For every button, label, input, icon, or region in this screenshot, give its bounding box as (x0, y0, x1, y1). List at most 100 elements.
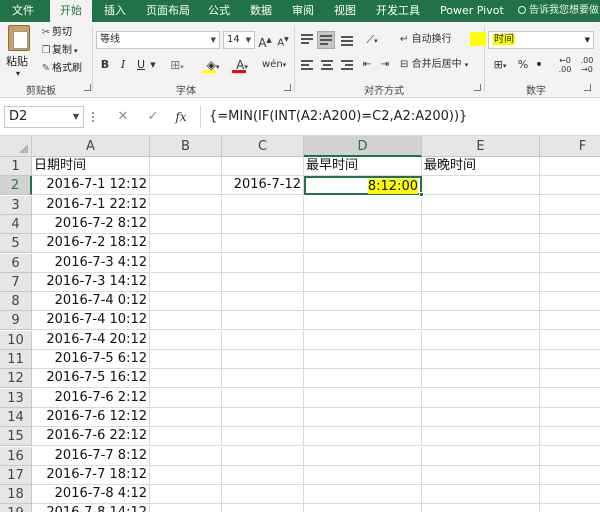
cell-a1[interactable]: 日期时间 (32, 157, 150, 176)
cell-e15[interactable] (422, 427, 540, 446)
cell-b2[interactable] (150, 176, 222, 195)
cell-c17[interactable] (222, 466, 304, 485)
percent-button[interactable]: % (516, 56, 530, 74)
cell-e12[interactable] (422, 369, 540, 388)
cell-d6[interactable] (304, 254, 422, 273)
cell-e14[interactable] (422, 408, 540, 427)
cell-c12[interactable] (222, 369, 304, 388)
cell-d5[interactable] (304, 234, 422, 253)
resize-handle-icon[interactable] (92, 112, 96, 124)
cell-e18[interactable] (422, 485, 540, 504)
cell-f12[interactable] (540, 369, 600, 388)
cell-d13[interactable] (304, 389, 422, 408)
column-header-e[interactable]: E (422, 136, 540, 157)
cell-b10[interactable] (150, 331, 222, 350)
column-header-f[interactable]: F (540, 136, 600, 157)
copy-button[interactable]: ❐ 复制 ▾ (40, 43, 78, 59)
column-header-b[interactable]: B (150, 136, 222, 157)
cell-a4[interactable]: 2016-7-2 8:12 (32, 215, 150, 234)
cell-c8[interactable] (222, 292, 304, 311)
cell-f3[interactable] (540, 196, 600, 215)
cell-c3[interactable] (222, 196, 304, 215)
cell-f11[interactable] (540, 350, 600, 369)
cell-b3[interactable] (150, 196, 222, 215)
cell-d14[interactable] (304, 408, 422, 427)
cell-a12[interactable]: 2016-7-5 16:12 (32, 369, 150, 388)
borders-button[interactable]: ⊞▾ (166, 56, 188, 74)
cell-b8[interactable] (150, 292, 222, 311)
tell-me-search[interactable]: 告诉我您想要做 (518, 0, 599, 22)
cell-d10[interactable] (304, 331, 422, 350)
row-header[interactable]: 1 (0, 157, 32, 176)
cell-b6[interactable] (150, 254, 222, 273)
cell-e1[interactable]: 最晚时间 (422, 157, 540, 176)
tab-view[interactable]: 视图 (334, 0, 356, 22)
cell-b13[interactable] (150, 389, 222, 408)
cell-d16[interactable] (304, 447, 422, 466)
cell-a17[interactable]: 2016-7-7 18:12 (32, 466, 150, 485)
font-size-combo[interactable]: 14 ▼ (223, 31, 255, 49)
row-header[interactable]: 10 (0, 331, 32, 350)
cell-a9[interactable]: 2016-7-4 10:12 (32, 311, 150, 330)
font-launcher-icon[interactable] (284, 84, 291, 91)
cell-e3[interactable] (422, 196, 540, 215)
tab-formulas[interactable]: 公式 (208, 0, 230, 22)
cell-c13[interactable] (222, 389, 304, 408)
row-header[interactable]: 3 (0, 196, 32, 215)
cell-c19[interactable] (222, 504, 304, 512)
cell-d11[interactable] (304, 350, 422, 369)
font-color-button[interactable]: A▾ (230, 56, 254, 74)
cell-c6[interactable] (222, 254, 304, 273)
cell-f16[interactable] (540, 447, 600, 466)
cell-d18[interactable] (304, 485, 422, 504)
row-header[interactable]: 7 (0, 273, 32, 292)
cell-f14[interactable] (540, 408, 600, 427)
cell-b19[interactable] (150, 504, 222, 512)
cell-d17[interactable] (304, 466, 422, 485)
cell-c14[interactable] (222, 408, 304, 427)
cell-c15[interactable] (222, 427, 304, 446)
cell-d19[interactable] (304, 504, 422, 512)
chevron-down-icon[interactable]: ▼ (148, 56, 158, 74)
cell-a18[interactable]: 2016-7-8 4:12 (32, 485, 150, 504)
column-header-c[interactable]: C (222, 136, 304, 157)
align-left-icon[interactable] (299, 59, 315, 73)
cancel-icon[interactable]: ✕ (112, 106, 134, 128)
align-top-icon[interactable] (299, 33, 315, 47)
paste-button[interactable]: 粘贴 ▾ (4, 25, 34, 78)
column-header-a[interactable]: A (32, 136, 150, 157)
cell-b12[interactable] (150, 369, 222, 388)
cell-d8[interactable] (304, 292, 422, 311)
cell-f13[interactable] (540, 389, 600, 408)
bold-button[interactable]: B (98, 56, 112, 74)
cell-c9[interactable] (222, 311, 304, 330)
tab-developer[interactable]: 开发工具 (376, 0, 420, 22)
cell-c1[interactable] (222, 157, 304, 176)
cell-c16[interactable] (222, 447, 304, 466)
cell-e10[interactable] (422, 331, 540, 350)
cell-b11[interactable] (150, 350, 222, 369)
cell-f6[interactable] (540, 254, 600, 273)
cell-f4[interactable] (540, 215, 600, 234)
cell-b5[interactable] (150, 234, 222, 253)
wrap-text-button[interactable]: ↵ 自动换行 (400, 31, 462, 49)
row-header[interactable]: 16 (0, 447, 32, 466)
cell-c18[interactable] (222, 485, 304, 504)
tab-review[interactable]: 审阅 (292, 0, 314, 22)
select-all-button[interactable] (0, 136, 32, 157)
font-name-combo[interactable]: 等线 ▼ (96, 31, 220, 49)
align-right-icon[interactable] (339, 59, 355, 73)
format-painter-button[interactable]: ✎ 格式刷 (40, 61, 82, 77)
cell-e13[interactable] (422, 389, 540, 408)
cell-a11[interactable]: 2016-7-5 6:12 (32, 350, 150, 369)
cell-a5[interactable]: 2016-7-2 18:12 (32, 234, 150, 253)
number-format-combo[interactable]: 时间 ▼ (488, 31, 594, 49)
cell-a6[interactable]: 2016-7-3 4:12 (32, 254, 150, 273)
cell-b15[interactable] (150, 427, 222, 446)
decrease-indent-icon[interactable]: ⇤ (358, 56, 376, 74)
name-box[interactable]: D2 ▼ (4, 106, 84, 128)
cell-f18[interactable] (540, 485, 600, 504)
cell-d4[interactable] (304, 215, 422, 234)
cell-d7[interactable] (304, 273, 422, 292)
cell-d3[interactable] (304, 196, 422, 215)
